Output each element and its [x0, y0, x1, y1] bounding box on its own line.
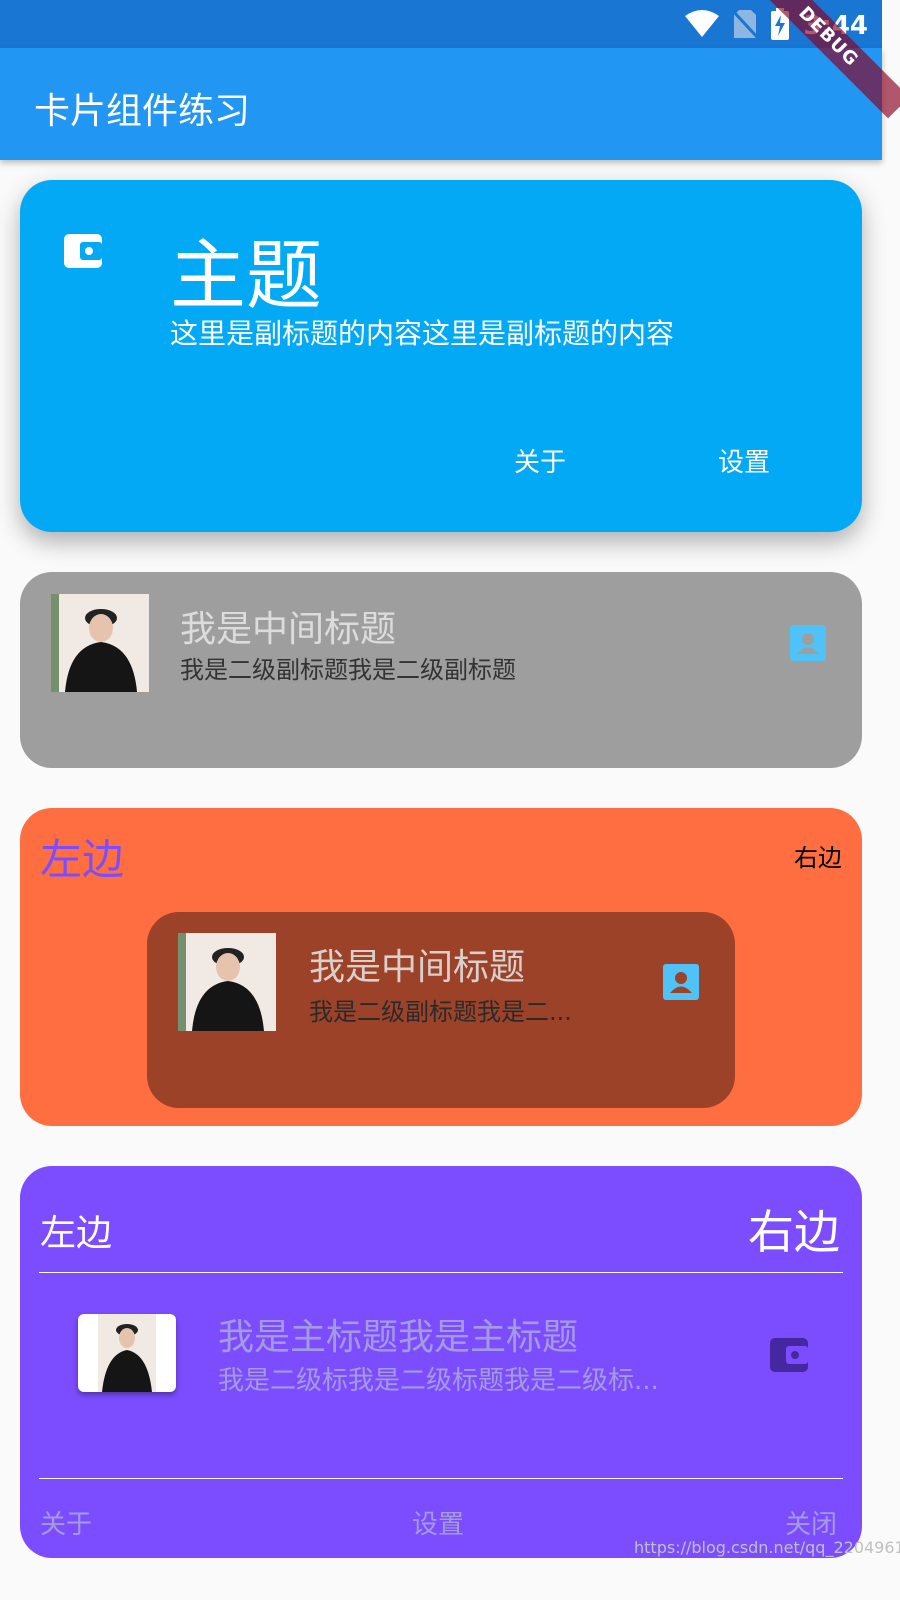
grey-list-card[interactable]: 我是中间标题 我是二级副标题我是二级副标题 [20, 572, 862, 768]
left-label: 左边 [40, 835, 125, 884]
theme-card: 主题 这里是副标题的内容这里是副标题的内容 关于 设置 [20, 180, 862, 532]
list-subtitle: 我是二级标我是二级标题我是二级标... [218, 1366, 659, 1396]
avatar [178, 933, 276, 1031]
about-button[interactable]: 关于 [514, 442, 566, 479]
list-title: 我是中间标题 [309, 947, 526, 988]
list-title: 我是中间标题 [180, 609, 397, 650]
watermark: https://blog.csdn.net/qq_22049619 [634, 1538, 900, 1557]
about-button[interactable]: 关于 [40, 1504, 92, 1541]
card-subtitle: 这里是副标题的内容这里是副标题的内容 [170, 317, 675, 350]
no-sim-icon [732, 9, 759, 43]
list-title: 我是主标题我是主标题 [218, 1317, 579, 1358]
list-subtitle: 我是二级副标题我是二级副标题 [180, 656, 516, 684]
wifi-icon [685, 10, 720, 42]
avatar [51, 594, 149, 692]
card-title: 主题 [170, 231, 322, 320]
avatar [98, 1314, 156, 1392]
contact-icon [790, 625, 826, 665]
left-label: 左边 [40, 1213, 113, 1254]
divider [39, 1478, 843, 1479]
purple-card: 左边 右边 我是主标题我是主标题 我是二级标我是二级标题我是二级标... 关于 … [20, 1166, 862, 1558]
right-label: 右边 [794, 844, 842, 872]
orange-card: 左边 右边 我是中间标题 我是二级副标题我是二... [20, 808, 862, 1126]
divider [39, 1272, 843, 1273]
avatar-frame [78, 1314, 176, 1392]
right-label: 右边 [748, 1205, 840, 1259]
settings-button[interactable]: 设置 [718, 442, 770, 479]
page-title: 卡片组件练习 [34, 91, 251, 132]
close-button[interactable]: 关闭 [785, 1504, 837, 1541]
inner-list-card[interactable]: 我是中间标题 我是二级副标题我是二... [147, 912, 735, 1108]
settings-button[interactable]: 设置 [412, 1504, 464, 1541]
wallet-icon [64, 232, 102, 274]
app-bar: 卡片组件练习 [0, 48, 882, 160]
status-bar: 3:44 [0, 0, 882, 48]
contact-icon [663, 964, 699, 1004]
wallet-icon [770, 1337, 808, 1377]
list-subtitle: 我是二级副标题我是二... [309, 998, 572, 1026]
